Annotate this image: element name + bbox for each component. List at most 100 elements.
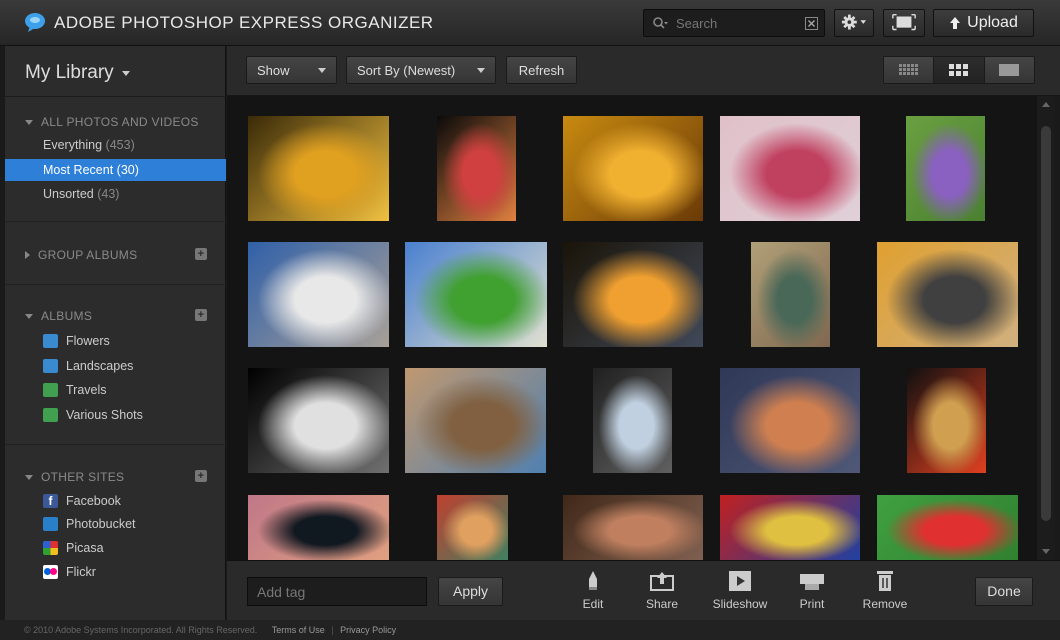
section-other-sites[interactable]: OTHER SITES + — [25, 470, 207, 484]
print-icon — [800, 574, 824, 590]
site-item-facebook[interactable]: f Facebook — [43, 491, 121, 511]
photo-thumbnail-orchid[interactable] — [720, 116, 860, 221]
view-mode-group — [883, 56, 1035, 84]
view-small-thumbnails-button[interactable] — [884, 57, 935, 83]
facebook-icon: f — [43, 494, 58, 508]
sidebar-item-everything[interactable]: Everything (453) — [5, 134, 226, 156]
photo-thumbnail-fisherman[interactable] — [877, 242, 1018, 347]
album-item-various-shots[interactable]: Various Shots — [43, 405, 143, 425]
settings-button[interactable] — [834, 9, 874, 37]
photo-thumbnail-cloudy-sky[interactable] — [720, 368, 860, 473]
item-count: (30) — [116, 163, 139, 177]
item-label: Photobucket — [66, 517, 136, 531]
refresh-label: Refresh — [518, 62, 565, 78]
photo-thumbnail-yellow-flower[interactable] — [248, 116, 389, 221]
small-grid-icon — [898, 64, 918, 75]
photo-thumbnail-red-tulips[interactable] — [437, 116, 516, 221]
show-dropdown[interactable]: Show — [246, 56, 337, 84]
photo-thumbnail-woven-fabric[interactable] — [437, 495, 508, 560]
top-bar: ADOBE PHOTOSHOP EXPRESS ORGANIZER Search… — [0, 0, 1060, 46]
share-label: Share — [645, 597, 679, 611]
sort-dropdown[interactable]: Sort By (Newest) — [346, 56, 496, 84]
photobucket-icon — [43, 517, 58, 531]
edit-button[interactable]: Edit — [578, 570, 608, 618]
search-box[interactable] — [643, 9, 825, 37]
collapse-triangle-icon — [25, 474, 33, 480]
photo-thumbnail-red-masks[interactable] — [720, 495, 860, 560]
view-large-button[interactable] — [984, 57, 1034, 83]
library-dropdown[interactable]: My Library — [25, 62, 130, 84]
done-button[interactable]: Done — [975, 577, 1033, 606]
photo-thumbnail-pagoda-sunset[interactable] — [563, 242, 703, 347]
photo-thumbnail-window-autumn[interactable] — [907, 368, 986, 473]
photo-thumbnail-green-doors[interactable] — [751, 242, 830, 347]
divider — [5, 221, 226, 222]
chevron-down-icon — [477, 67, 485, 73]
album-item-flowers[interactable]: Flowers — [43, 331, 110, 351]
remove-label: Remove — [862, 597, 908, 611]
clear-search-icon[interactable] — [805, 17, 818, 30]
photo-thumbnail-temple-arch[interactable] — [593, 368, 672, 473]
grid-scrollbar[interactable] — [1037, 96, 1055, 560]
view-medium-thumbnails-button[interactable] — [934, 57, 985, 83]
print-label: Print — [799, 597, 825, 611]
site-item-photobucket[interactable]: Photobucket — [43, 514, 136, 534]
add-tag-input[interactable] — [247, 577, 427, 606]
sidebar-item-most-recent[interactable]: Most Recent (30) — [5, 159, 226, 181]
search-icon — [653, 17, 668, 29]
sidebar-item-unsorted[interactable]: Unsorted (43) — [5, 183, 226, 205]
section-title: ALBUMS — [41, 309, 93, 323]
photo-thumbnail-old-street[interactable] — [405, 368, 546, 473]
privacy-link[interactable]: Privacy Policy — [340, 625, 396, 635]
scroll-up-icon[interactable] — [1042, 102, 1050, 107]
album-icon — [43, 408, 58, 422]
photo-thumbnail-purple-daisy[interactable] — [906, 116, 985, 221]
scroll-thumb[interactable] — [1041, 126, 1051, 521]
photo-thumbnail-pottery-hands[interactable] — [563, 495, 703, 560]
item-label: Everything — [43, 138, 103, 152]
photo-thumbnail-white-church[interactable] — [405, 242, 547, 347]
search-input[interactable] — [676, 14, 796, 32]
add-album-icon[interactable]: + — [195, 309, 207, 321]
add-site-icon[interactable]: + — [195, 470, 207, 482]
item-label: Unsorted — [43, 187, 94, 201]
section-title: OTHER SITES — [41, 470, 125, 484]
photo-thumbnail-arch-building[interactable] — [248, 242, 389, 347]
album-icon — [43, 383, 58, 397]
section-group-albums[interactable]: GROUP ALBUMS + — [25, 248, 207, 262]
album-icon — [43, 359, 58, 373]
photo-thumbnail-paper-umbrella[interactable] — [563, 116, 703, 221]
terms-link[interactable]: Terms of Use — [272, 625, 325, 635]
add-group-album-icon[interactable]: + — [195, 248, 207, 260]
apply-button[interactable]: Apply — [438, 577, 503, 606]
photo-thumbnail-green-red-field[interactable] — [877, 495, 1018, 560]
trash-icon — [877, 571, 893, 591]
site-item-flickr[interactable]: Flickr — [43, 562, 96, 582]
item-label: Flickr — [66, 565, 96, 579]
share-button[interactable]: Share — [644, 570, 680, 618]
section-all-photos[interactable]: ALL PHOTOS AND VIDEOS — [25, 115, 207, 129]
refresh-button[interactable]: Refresh — [506, 56, 577, 84]
item-label: Picasa — [66, 541, 104, 555]
pen-icon — [589, 571, 597, 590]
upload-arrow-icon — [950, 17, 961, 29]
divider — [5, 284, 226, 285]
remove-button[interactable]: Remove — [859, 570, 911, 618]
footer: © 2010 Adobe Systems Incorporated. All R… — [0, 620, 1060, 640]
album-item-travels[interactable]: Travels — [43, 380, 107, 400]
item-label: Various Shots — [66, 408, 143, 422]
photo-thumbnail-boat-silhouette[interactable] — [248, 368, 389, 473]
scroll-down-icon[interactable] — [1042, 549, 1050, 554]
divider — [5, 96, 226, 97]
site-item-picasa[interactable]: Picasa — [43, 538, 104, 558]
chevron-down-icon — [121, 70, 130, 76]
fullscreen-button[interactable] — [883, 9, 925, 37]
collapse-triangle-icon — [25, 313, 33, 319]
slideshow-button[interactable]: Slideshow — [705, 570, 775, 618]
print-button[interactable]: Print — [795, 570, 829, 618]
share-icon — [650, 572, 674, 591]
album-item-landscapes[interactable]: Landscapes — [43, 356, 133, 376]
section-albums[interactable]: ALBUMS + — [25, 309, 207, 323]
photo-thumbnail-lake-trees[interactable] — [248, 495, 389, 560]
upload-button[interactable]: Upload — [933, 9, 1034, 37]
